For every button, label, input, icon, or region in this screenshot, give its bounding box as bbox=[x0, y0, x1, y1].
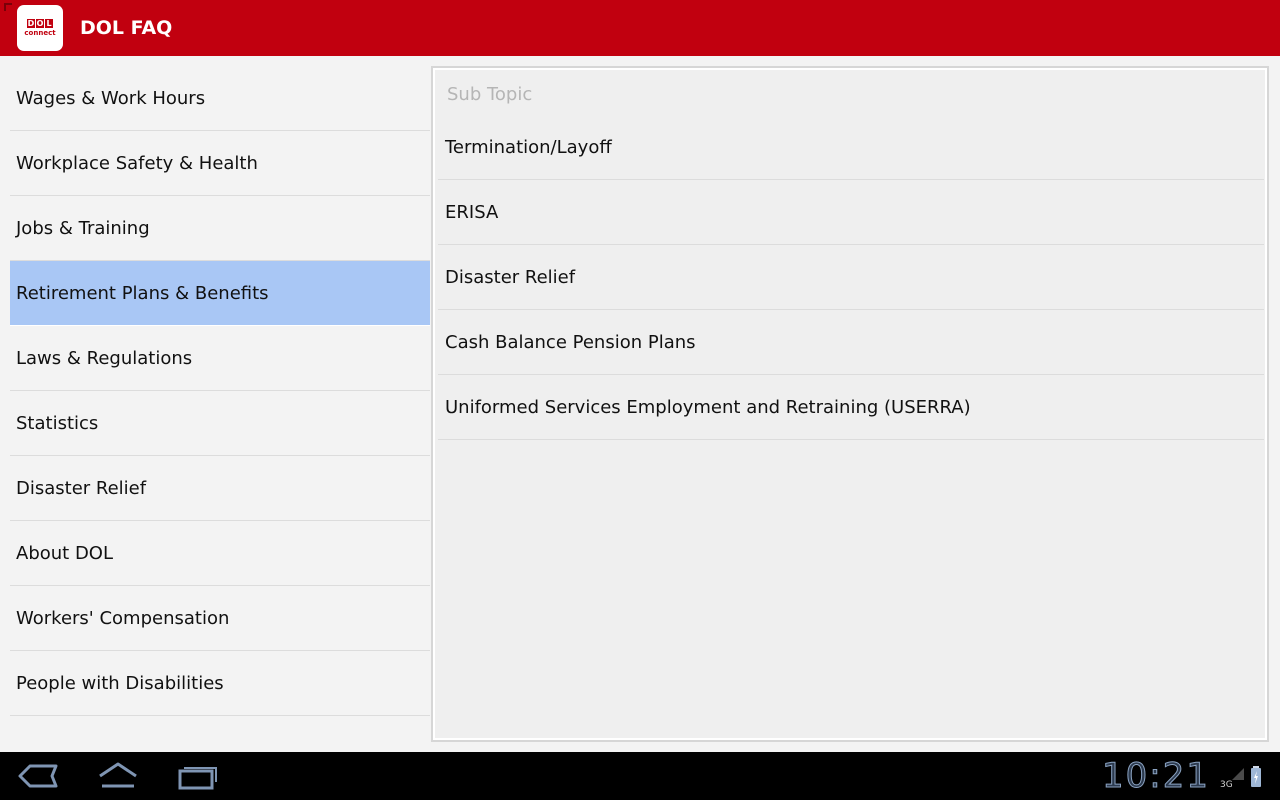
subtopic-header: Sub Topic bbox=[447, 84, 533, 105]
battery-icon bbox=[1250, 766, 1262, 788]
corner-indicator-icon bbox=[4, 3, 12, 11]
recent-apps-icon[interactable] bbox=[176, 760, 220, 792]
logo-letters: D O L bbox=[27, 19, 53, 28]
logo-letter: L bbox=[45, 19, 53, 28]
signal-icon: 3G bbox=[1220, 766, 1246, 790]
logo-subtext: connect bbox=[24, 29, 56, 37]
network-label: 3G bbox=[1220, 780, 1233, 788]
logo-letter: O bbox=[36, 19, 44, 28]
subtopic-item-userra[interactable]: Uniformed Services Employment and Retrai… bbox=[438, 375, 1264, 440]
subtopic-item-cash-balance[interactable]: Cash Balance Pension Plans bbox=[438, 310, 1264, 375]
subtopic-panel: Sub Topic Termination/Layoff ERISA Disas… bbox=[431, 66, 1269, 742]
topic-item-disaster-relief[interactable]: Disaster Relief bbox=[10, 456, 430, 521]
topic-item-jobs-training[interactable]: Jobs & Training bbox=[10, 196, 430, 261]
topic-item-workers-comp[interactable]: Workers' Compensation bbox=[10, 586, 430, 651]
topic-item-retirement-selected[interactable]: Retirement Plans & Benefits bbox=[10, 261, 430, 326]
topic-item-statistics[interactable]: Statistics bbox=[10, 391, 430, 456]
topic-item-workplace-safety[interactable]: Workplace Safety & Health bbox=[10, 131, 430, 196]
clock-time: 10:21 bbox=[1102, 756, 1210, 797]
app-root: D O L connect DOL FAQ Wages & Work Hours… bbox=[0, 0, 1280, 800]
subtopic-item-termination[interactable]: Termination/Layoff bbox=[438, 115, 1264, 180]
subtopic-item-erisa[interactable]: ERISA bbox=[438, 180, 1264, 245]
app-logo-icon[interactable]: D O L connect bbox=[17, 5, 63, 51]
app-title: DOL FAQ bbox=[80, 17, 173, 39]
topic-item-about-dol[interactable]: About DOL bbox=[10, 521, 430, 586]
topic-item-disabilities[interactable]: People with Disabilities bbox=[10, 651, 430, 716]
system-nav-bar: 10:21 3G bbox=[0, 752, 1280, 800]
subtopic-item-disaster-relief[interactable]: Disaster Relief bbox=[438, 245, 1264, 310]
topic-list: Wages & Work Hours Workplace Safety & He… bbox=[10, 66, 430, 716]
logo-letter: D bbox=[27, 19, 35, 28]
home-icon[interactable] bbox=[96, 760, 140, 792]
topic-item-laws[interactable]: Laws & Regulations bbox=[10, 326, 430, 391]
back-icon[interactable] bbox=[16, 760, 60, 792]
topic-item-wages[interactable]: Wages & Work Hours bbox=[10, 66, 430, 131]
subtopic-list: Termination/Layoff ERISA Disaster Relief… bbox=[438, 115, 1264, 440]
action-bar: D O L connect DOL FAQ bbox=[0, 0, 1280, 56]
